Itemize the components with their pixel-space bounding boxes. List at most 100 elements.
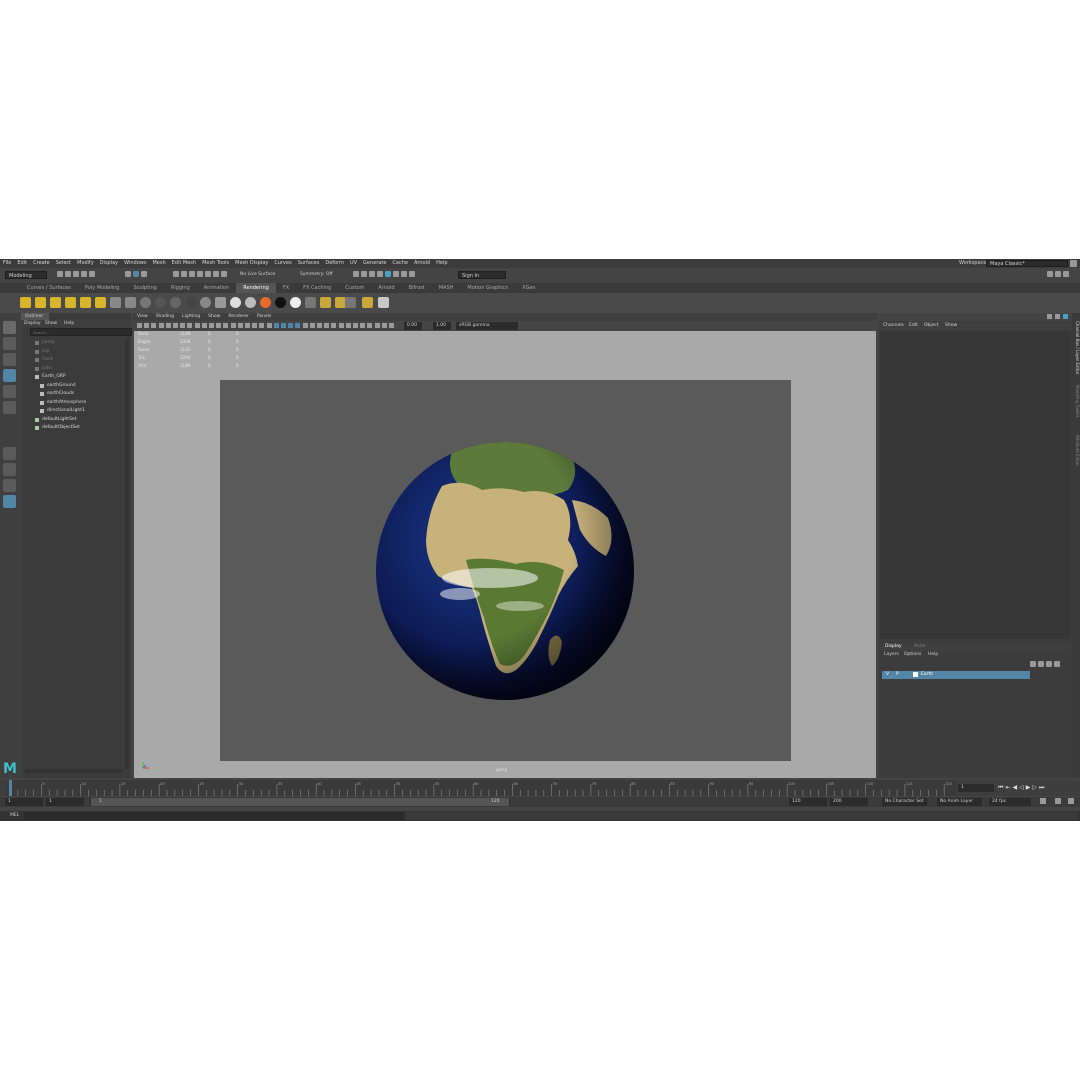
shelf-tab-fx[interactable]: FX [276, 283, 296, 293]
vp-menu-shading[interactable]: Shading [152, 313, 178, 321]
attribute-editor-icon[interactable] [1047, 314, 1052, 319]
current-frame-field[interactable]: 1 [958, 784, 994, 792]
spot-light-icon[interactable] [50, 297, 61, 308]
layout-outliner-icon[interactable] [3, 479, 16, 492]
range-slider[interactable]: 1 120 [90, 798, 510, 806]
workspace-dropdown[interactable]: Maya Classic* [986, 260, 1068, 267]
shelf-tab-fx-caching[interactable]: FX Caching [296, 283, 338, 293]
select-hierarchy-icon[interactable] [125, 271, 131, 277]
viewport-tool-icon[interactable] [353, 323, 358, 328]
viewport-tool-icon[interactable] [317, 323, 322, 328]
viewport-tool-icon[interactable] [216, 323, 222, 328]
outliner-item[interactable]: side [21, 365, 131, 373]
le-menu-help[interactable]: Help [928, 651, 938, 659]
open-scene-icon[interactable] [65, 271, 71, 277]
menu-mesh-tools[interactable]: Mesh Tools [199, 259, 232, 268]
outliner-item[interactable]: persp [21, 339, 131, 347]
single-view-icon[interactable] [3, 447, 16, 460]
anim-start-field[interactable]: 1 [5, 798, 43, 806]
ambient-light-icon[interactable] [95, 297, 106, 308]
viewport-tool-icon[interactable] [273, 323, 279, 328]
shelf-tab-mash[interactable]: MASH [432, 283, 461, 293]
outliner-menu-display[interactable]: Display [24, 320, 41, 327]
menu-cache[interactable]: Cache [389, 259, 411, 268]
earth-globe[interactable] [220, 380, 791, 761]
cb-menu-channels[interactable]: Channels [883, 322, 904, 330]
viewport-tool-icon[interactable] [288, 323, 294, 328]
command-language-label[interactable]: MEL [10, 812, 19, 820]
anim-prefs-icon[interactable] [1055, 798, 1061, 804]
directional-light-icon[interactable] [20, 297, 31, 308]
fps-dropdown[interactable]: 24 fps [989, 798, 1031, 806]
redo-icon[interactable] [89, 271, 95, 277]
viewport-tool-icon[interactable] [331, 323, 337, 328]
exposure-field[interactable]: 0.00 [404, 322, 422, 330]
outliner-item[interactable]: top [21, 348, 131, 356]
playback-start-field[interactable]: 1 [46, 798, 84, 806]
pause-icon[interactable] [409, 271, 415, 277]
vp-menu-show[interactable]: Show [204, 313, 224, 321]
outliner-item[interactable]: front [21, 356, 131, 364]
shelf-tab-poly-modeling[interactable]: Poly Modeling [78, 283, 127, 293]
menu-create[interactable]: Create [30, 259, 53, 268]
playback-end-field[interactable]: 120 [789, 798, 827, 806]
sign-in-button[interactable]: Sign In [458, 271, 506, 279]
outliner-menu-show[interactable]: Show [45, 320, 57, 327]
layout-persp-icon[interactable] [3, 495, 16, 508]
viewport-tool-icon[interactable] [230, 323, 236, 328]
layer-row-earth[interactable]: V P Earth [882, 671, 1030, 679]
attribute-editor-icon[interactable] [1055, 271, 1061, 277]
checker-icon[interactable] [245, 297, 256, 308]
viewport-tool-icon[interactable] [367, 323, 373, 328]
viewport-tool-icon[interactable] [187, 323, 193, 328]
area-light-icon[interactable] [65, 297, 76, 308]
viewport-tool-icon[interactable] [360, 323, 366, 328]
shelf-tab-motion-graphics[interactable]: Motion Graphics [460, 283, 515, 293]
auto-key-icon[interactable] [1040, 798, 1046, 804]
outliner-item[interactable]: earthClouds [21, 390, 131, 398]
menu-windows[interactable]: Windows [121, 259, 149, 268]
menu-modify[interactable]: Modify [74, 259, 97, 268]
new-layer-icon[interactable] [1046, 661, 1052, 667]
cb-menu-edit[interactable]: Edit [909, 322, 918, 330]
phong-icon[interactable] [170, 297, 181, 308]
layer-playback-toggle[interactable]: P [896, 671, 899, 679]
outliner-item[interactable]: directionalLight1 [21, 407, 131, 415]
shelf-tab-animation[interactable]: Animation [197, 283, 237, 293]
lambert-icon[interactable] [155, 297, 166, 308]
viewport-tool-icon[interactable] [180, 323, 186, 328]
lasso-tool-icon[interactable] [3, 337, 16, 350]
camera-aim-icon[interactable] [125, 297, 136, 308]
viewport-tool-icon[interactable] [389, 323, 394, 328]
outliner-search-input[interactable] [30, 328, 132, 336]
viewport-tool-icon[interactable] [151, 323, 157, 328]
viewport-tool-icon[interactable] [309, 323, 315, 328]
vp-menu-view[interactable]: View [133, 313, 152, 321]
viewport-tool-icon[interactable] [338, 323, 344, 328]
camera-icon[interactable] [110, 297, 121, 308]
snap-surface-icon[interactable] [205, 271, 211, 277]
shelf-tab-rigging[interactable]: Rigging [164, 283, 197, 293]
symmetry-label[interactable]: Symmetry: Off [300, 271, 333, 279]
viewport-tool-icon[interactable] [165, 323, 171, 328]
viewport-tool-icon[interactable] [158, 323, 164, 328]
menu-set-dropdown[interactable]: Modeling [5, 271, 47, 279]
menu-deform[interactable]: Deform [322, 259, 347, 268]
time-ruler[interactable]: 5 10 15 20 25 30 35 40 45 50 55 60 65 70 75 80 85 90 95 100… [6, 780, 956, 796]
shelf-tab-bifrost[interactable]: Bifrost [402, 283, 432, 293]
paint-select-icon[interactable] [3, 353, 16, 366]
channel-box-toggle-icon[interactable] [1063, 314, 1068, 319]
history-icon[interactable] [353, 271, 359, 277]
outliner-item[interactable]: earthGround [21, 382, 131, 390]
current-time-marker[interactable] [9, 780, 12, 796]
rotate-tool-icon[interactable] [3, 385, 16, 398]
render-settings-icon[interactable] [362, 297, 373, 308]
outliner-tab[interactable]: Outliner [21, 313, 49, 320]
anim-end-field[interactable]: 200 [830, 798, 868, 806]
viewport-tool-icon[interactable] [381, 323, 387, 328]
outliner-item[interactable]: defaultObjectSet [21, 424, 131, 432]
side-tab-channel-box[interactable]: Channel Box / Layer Editor [1073, 321, 1080, 374]
layer-up-icon[interactable] [1030, 661, 1036, 667]
select-object-icon[interactable] [133, 271, 139, 277]
snap-edge-icon[interactable] [221, 271, 227, 277]
